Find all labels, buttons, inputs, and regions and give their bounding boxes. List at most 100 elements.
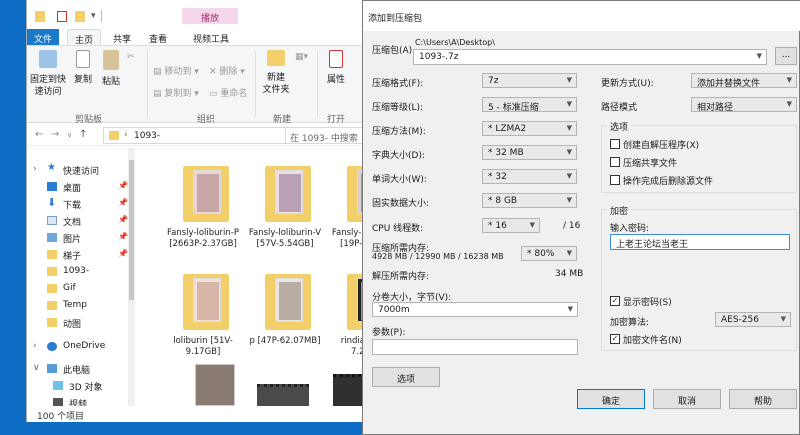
split-volume-input[interactable]: 7000m ▼: [372, 302, 578, 317]
quick-access-dropdown-icon[interactable]: ▾: [91, 11, 96, 21]
solid-block-value: * 8 GB: [488, 196, 518, 206]
folder-icon: [47, 250, 57, 259]
dictionary-label: 字典大小(D):: [372, 151, 425, 161]
properties-button[interactable]: 属性: [321, 50, 351, 86]
level-select[interactable]: 5 - 标准压缩 ▼: [482, 97, 577, 112]
encryption-group-title: 加密: [607, 204, 632, 217]
show-password-checkbox[interactable]: ✓: [610, 296, 620, 306]
nav-item-this-pc[interactable]: ∨ 此电脑: [33, 361, 127, 378]
method-select[interactable]: * LZMA2 ▼: [482, 121, 577, 136]
nav-item-gif[interactable]: Gif: [33, 281, 127, 298]
recent-dropdown-icon[interactable]: ∨: [67, 131, 72, 139]
document-icon: [47, 216, 57, 225]
password-input[interactable]: 上老王论坛当老王: [610, 234, 790, 250]
folder-item[interactable]: Fansly-loliburin-P [2663P-2.37GB]: [165, 154, 241, 262]
delete-after-checkbox[interactable]: [610, 175, 620, 185]
cpu-threads-select[interactable]: * 16 ▼: [482, 218, 540, 233]
properties-label: 属性: [326, 75, 345, 85]
add-to-archive-dialog: 添加到压缩包 压缩包(A) C:\Users\A\Desktop\ 1093-.…: [362, 0, 800, 435]
nav-scrollbar-thumb[interactable]: [129, 160, 134, 300]
rename-button[interactable]: ▭ 重命名: [209, 86, 247, 99]
options-button[interactable]: 选项: [372, 367, 440, 387]
ok-button[interactable]: 确定: [577, 389, 645, 409]
chevron-down-icon: ▼: [786, 76, 792, 84]
decompress-memory-label: 解压所需内存:: [372, 272, 430, 282]
file-explorer-window: ▾ 播放 文件 主页 共享 查看 视频工具 固定到快 速访问 复制 粘贴 ✂ 剪…: [26, 0, 366, 422]
ribbon: 固定到快 速访问 复制 粘贴 ✂ 剪贴板 ▤ 移动到 ▾ ▤ 复制到 ▾ ✕ 删…: [27, 45, 366, 125]
update-mode-select[interactable]: 添加并替换文件 ▼: [691, 73, 797, 88]
pin-icon: 📌: [118, 249, 128, 258]
new-folder-icon[interactable]: [75, 11, 85, 22]
folder-item[interactable]: Fansly-rindiary-P [19P-15.16M: [329, 154, 366, 262]
nav-item-label: 快速访问: [63, 167, 100, 177]
desktop-background: [0, 0, 26, 435]
rename-label: 重命名: [220, 89, 248, 99]
up-icon[interactable]: ↑: [79, 129, 87, 140]
path-mode-select[interactable]: 相对路径 ▼: [691, 97, 797, 112]
nav-item-documents[interactable]: 文档 📌: [33, 213, 128, 230]
move-to-button[interactable]: ▤ 移动到 ▾: [153, 64, 199, 77]
paste-icon: [103, 50, 119, 70]
help-button[interactable]: 帮助: [729, 389, 797, 409]
shared-files-checkbox[interactable]: [610, 157, 620, 167]
encryption-method-select[interactable]: AES-256 ▼: [715, 312, 791, 327]
nav-item-ladder[interactable]: 梯子 📌: [33, 247, 128, 264]
address-bar[interactable]: › 1093-: [103, 127, 293, 144]
folder-item[interactable]: loliburin [51V-9.17GB]: [165, 262, 241, 370]
solid-block-select[interactable]: * 8 GB ▼: [482, 193, 577, 208]
nav-item-onedrive[interactable]: › OneDrive: [33, 339, 127, 356]
new-folder-label: 新建 文件夹: [262, 73, 290, 95]
archive-name-input[interactable]: 1093-.7z ▼: [413, 49, 767, 65]
folder-item[interactable]: Fansly-loliburin-V [57V-5.54GB]: [247, 154, 323, 262]
new-item-icon[interactable]: ▦▾: [295, 52, 308, 62]
nav-item-pictures[interactable]: 图片 📌: [33, 230, 128, 247]
compress-memory-values: 4928 MB / 12990 MB / 16238 MB: [372, 252, 504, 261]
file-list: Fansly-loliburin-P [2663P-2.37GB] Fansly…: [137, 148, 366, 406]
forward-icon[interactable]: →: [51, 129, 59, 140]
sfx-label: 创建自解压程序(X): [623, 141, 700, 151]
folder-name: Fansly-rindiary-P [19P-15.16M: [331, 228, 366, 249]
copy-to-button[interactable]: ▤ 复制到 ▾: [153, 86, 199, 99]
chevron-down-icon: ▼: [566, 76, 572, 84]
sfx-checkbox[interactable]: [610, 139, 620, 149]
nav-item-quick-access[interactable]: › ★ 快速访问: [33, 162, 127, 179]
nav-item-downloads[interactable]: ⬇ 下载 📌: [33, 196, 128, 213]
tab-share[interactable]: 共享: [107, 29, 137, 45]
tab-video-tools[interactable]: 视频工具: [185, 29, 237, 45]
delete-button[interactable]: ✕ 删除 ▾: [209, 64, 245, 77]
tab-view[interactable]: 查看: [143, 29, 173, 45]
paste-button[interactable]: 粘贴: [99, 50, 123, 88]
nav-item-desktop[interactable]: 桌面 📌: [33, 179, 128, 196]
copy-button[interactable]: 复制: [71, 50, 95, 86]
chevron-right-icon: ›: [124, 130, 128, 140]
search-input[interactable]: 在 1093- 中搜索: [285, 127, 366, 144]
word-size-select[interactable]: * 32 ▼: [482, 169, 577, 184]
copy-to-icon: ▤: [153, 89, 165, 99]
encrypt-filenames-checkbox[interactable]: ✓: [610, 334, 620, 344]
nav-item-animated[interactable]: 动图: [33, 315, 127, 332]
parameters-input[interactable]: [372, 339, 578, 355]
tab-file[interactable]: 文件: [27, 29, 59, 45]
nav-item-3d-objects[interactable]: 3D 对象: [33, 378, 127, 395]
folder-item[interactable]: p [47P-62.07MB]: [247, 262, 323, 370]
cancel-button[interactable]: 取消: [653, 389, 721, 409]
video-thumbnail[interactable]: [195, 364, 235, 406]
folder-item[interactable]: rindiary [2V-7.25MB: [329, 262, 366, 370]
memory-percent-select[interactable]: * 80% ▼: [521, 246, 577, 261]
dictionary-select[interactable]: * 32 MB ▼: [482, 145, 577, 160]
pin-quick-access-button[interactable]: 固定到快 速访问: [29, 50, 67, 98]
expand-chevron-icon: ›: [33, 164, 37, 174]
cpu-threads-total: / 16: [563, 221, 581, 231]
cut-icon[interactable]: ✂: [127, 52, 135, 62]
tab-home[interactable]: 主页: [67, 29, 101, 46]
video-thumbnail[interactable]: [257, 384, 309, 406]
new-folder-button[interactable]: 新建 文件夹: [259, 50, 293, 96]
navigation-pane: › ★ 快速访问 桌面 📌 ⬇ 下载 📌 文档 📌 图片 📌 梯子 📌 1093- Gif Te…: [27, 148, 128, 410]
nav-item-1093[interactable]: 1093-: [33, 264, 127, 281]
format-select[interactable]: 7z ▼: [482, 73, 577, 88]
browse-button[interactable]: ...: [775, 47, 797, 65]
nav-item-temp[interactable]: Temp: [33, 298, 127, 315]
nav-item-label: 动图: [63, 320, 82, 330]
properties-check-icon[interactable]: [57, 11, 67, 22]
back-icon[interactable]: ←: [35, 129, 43, 140]
